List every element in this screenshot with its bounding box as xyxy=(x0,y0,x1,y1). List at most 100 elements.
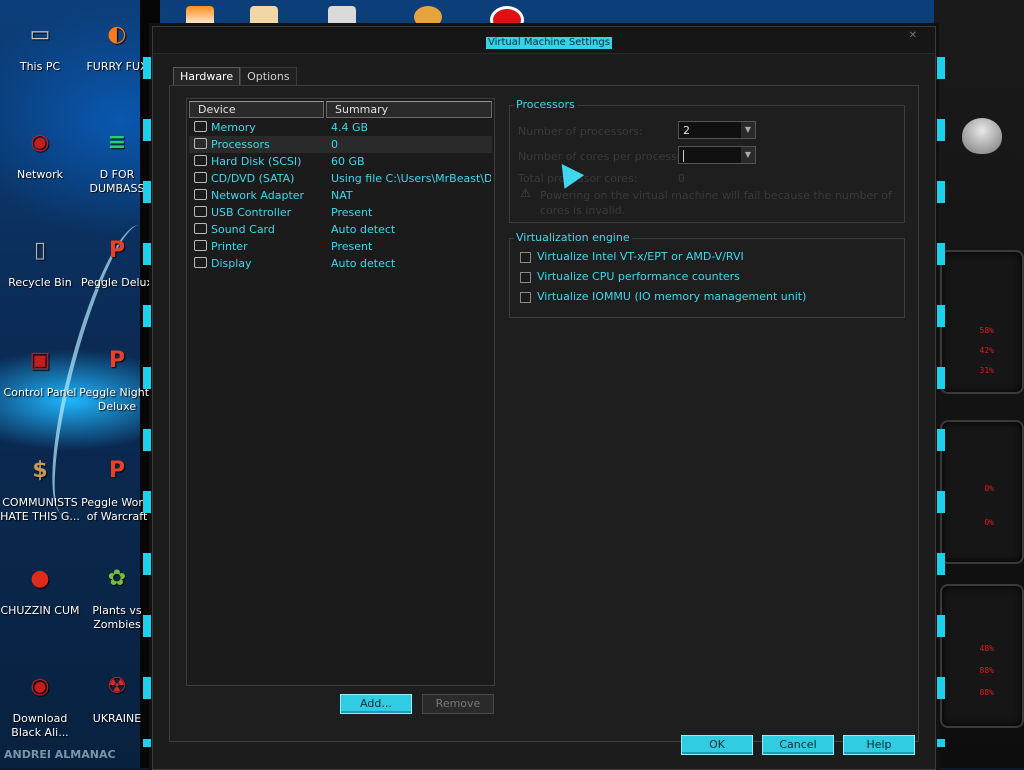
iommu-checkbox[interactable]: Virtualize IOMMU (IO memory management u… xyxy=(520,289,806,305)
device-row-processors[interactable]: Processors 0 xyxy=(189,136,492,153)
checkbox-box[interactable] xyxy=(520,291,531,303)
desktop-shortcut[interactable]: ▭ This PC xyxy=(0,14,80,74)
desktop-shortcut[interactable]: ◉ Network xyxy=(0,122,80,182)
device-row-memory[interactable]: Memory 4.4 GB xyxy=(189,119,492,136)
usb-icon xyxy=(194,206,207,217)
column-header-device[interactable]: Device xyxy=(189,101,324,118)
help-button[interactable]: Help xyxy=(843,735,915,755)
column-header-summary[interactable]: Summary xyxy=(326,101,492,118)
iommu-label: Virtualize IOMMU (IO memory management u… xyxy=(537,290,807,303)
tab-hardware[interactable]: Hardware xyxy=(173,67,241,85)
gadget-value: 48% xyxy=(979,644,994,653)
device-row-display[interactable]: Display Auto detect xyxy=(189,255,492,272)
shortcut-app-icon: P xyxy=(108,348,126,373)
checkbox-box[interactable] xyxy=(520,271,531,283)
remove-device-button[interactable]: Remove xyxy=(422,694,494,714)
num-processors-select[interactable]: 2 ▼ xyxy=(678,121,756,139)
cpu-perf-counters-label: Virtualize CPU performance counters xyxy=(537,270,740,283)
device-name: CD/DVD (SATA) xyxy=(211,172,295,185)
shortcut-app-icon: P xyxy=(108,238,126,263)
shortcut-app-icon: $ xyxy=(32,458,48,483)
device-list-header: Device Summary xyxy=(189,101,492,118)
app-icon[interactable] xyxy=(250,6,278,28)
shortcut-label: This PC xyxy=(19,60,61,73)
alien-logo-icon xyxy=(962,118,1002,154)
cancel-button[interactable]: Cancel xyxy=(762,735,834,755)
desktop-shortcut[interactable]: ▣ Control Panel xyxy=(0,340,80,400)
shortcut-label: Control Panel xyxy=(3,386,77,399)
user-icon[interactable] xyxy=(414,6,442,28)
vtx-ept-label: Virtualize Intel VT-x/EPT or AMD-V/RVI xyxy=(537,250,744,263)
total-cores-value: 0 xyxy=(678,172,685,185)
shortcut-app-icon: ▯ xyxy=(33,238,47,263)
shortcut-app-icon: ◉ xyxy=(30,674,50,699)
gadget-drive-meter: 0% 0% xyxy=(940,420,1024,564)
device-row-usb-controller[interactable]: USB Controller Present xyxy=(189,204,492,221)
tab-options[interactable]: Options xyxy=(240,67,297,85)
shortcut-app-icon: ◐ xyxy=(107,22,127,47)
shortcut-app-icon: ▭ xyxy=(29,22,51,47)
cd-dvd-icon xyxy=(194,172,207,183)
device-name: Printer xyxy=(211,240,248,253)
display-icon xyxy=(194,257,207,268)
checkbox-box[interactable] xyxy=(520,251,531,263)
virtualization-group-title: Virtualization engine xyxy=(514,231,632,244)
device-row-network-adapter[interactable]: Network Adapter NAT xyxy=(189,187,492,204)
cpu-perf-counters-checkbox[interactable]: Virtualize CPU performance counters xyxy=(520,269,740,285)
desktop-shortcut[interactable]: ● CHUZZIN CUM xyxy=(0,558,80,618)
desktop-shortcut[interactable]: ▯ Recycle Bin xyxy=(0,230,80,290)
device-summary: NAT xyxy=(331,189,353,202)
virtualization-engine-group: Virtualization engine Virtualize Intel V… xyxy=(509,231,905,318)
chevron-down-icon[interactable]: ▼ xyxy=(741,147,755,163)
shortcut-app-icon: ✿ xyxy=(107,566,127,591)
device-summary: Auto detect xyxy=(331,257,396,270)
device-summary: Present xyxy=(331,240,373,253)
ok-button[interactable]: OK xyxy=(681,735,753,755)
frame-light-left xyxy=(143,57,151,747)
gadget-value: 0% xyxy=(984,484,994,493)
gadget-value: 0% xyxy=(984,518,994,527)
sound-card-icon xyxy=(194,223,207,234)
add-device-button[interactable]: Add... xyxy=(340,694,412,714)
window-title: Virtual Machine Settings xyxy=(486,37,612,49)
num-processors-value: 2 xyxy=(683,124,690,137)
device-row-sound-card[interactable]: Sound Card Auto detect xyxy=(189,221,492,238)
vm-settings-window: Virtual Machine Settings ✕ Hardware Opti… xyxy=(143,26,945,770)
device-row-cd-dvd-sata[interactable]: CD/DVD (SATA) Using file C:\Users\MrBeast… xyxy=(189,170,492,187)
device-row-printer[interactable]: Printer Present xyxy=(189,238,492,255)
text-caret xyxy=(683,150,684,162)
chevron-down-icon[interactable]: ▼ xyxy=(741,122,755,138)
tab-strip: Hardware Options xyxy=(173,67,297,85)
app-window-icon[interactable] xyxy=(328,6,356,28)
shortcut-app-icon: P xyxy=(108,458,126,483)
device-row-hard-disk-scsi[interactable]: Hard Disk (SCSI) 60 GB xyxy=(189,153,492,170)
desktop-shortcut[interactable]: $ COMMUNISTS HATE THIS G... xyxy=(0,450,80,524)
num-processors-label: Number of processors: xyxy=(518,125,643,138)
device-list[interactable]: Device Summary Memory 4.4 GB Processors 0 Ha… xyxy=(186,98,495,686)
device-name: Memory xyxy=(211,121,256,134)
shortcut-app-icon: ● xyxy=(30,566,50,591)
gadget-value: 88% xyxy=(979,688,994,697)
device-summary: Present xyxy=(331,206,373,219)
device-name: Display xyxy=(211,257,252,270)
device-name: Network Adapter xyxy=(211,189,305,202)
gadget-network-meter: 48% 88% 88% xyxy=(940,584,1024,728)
watermark: ANDREI ALMANAC xyxy=(4,748,116,761)
shortcut-label: Download Black Ali... xyxy=(11,712,69,739)
gadget-cpu-meter: 58% 42% 31% xyxy=(940,250,1024,394)
device-summary: 4.4 GB xyxy=(331,121,369,134)
printer-icon xyxy=(194,240,207,251)
title-bar[interactable]: Virtual Machine Settings ✕ xyxy=(153,27,935,54)
close-icon[interactable]: ✕ xyxy=(909,30,917,41)
vlc-icon[interactable] xyxy=(186,6,214,28)
desktop-shortcut[interactable]: ◉ Download Black Ali... xyxy=(0,666,80,740)
cores-per-processor-select[interactable]: ▼ xyxy=(678,146,756,164)
gadget-value: 88% xyxy=(979,666,994,675)
shortcut-label: Recycle Bin xyxy=(8,276,72,289)
gadget-value: 42% xyxy=(979,346,994,355)
frame-light-right xyxy=(937,57,945,747)
vtx-ept-checkbox[interactable]: Virtualize Intel VT-x/EPT or AMD-V/RVI xyxy=(520,249,744,265)
shortcut-app-icon: ≡ xyxy=(107,130,127,155)
processor-icon xyxy=(194,138,207,149)
processors-group-title: Processors xyxy=(514,98,577,111)
